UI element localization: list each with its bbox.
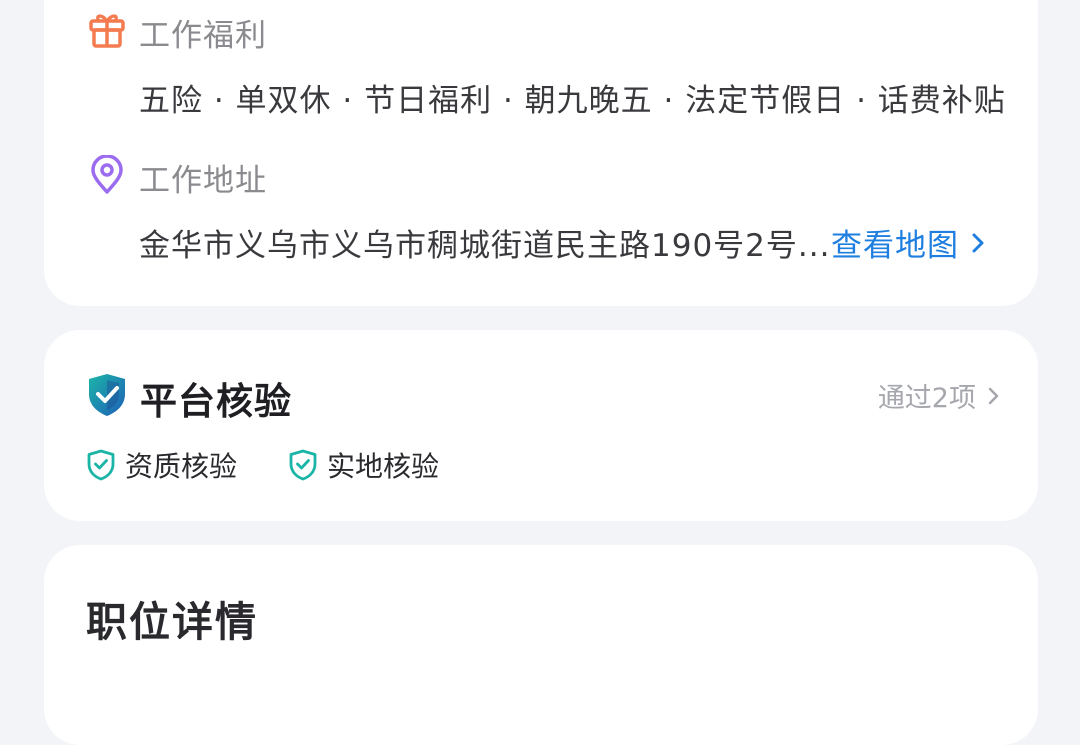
job-details-card: 职位详情 bbox=[44, 545, 1038, 745]
chevron-right-icon bbox=[972, 233, 984, 252]
verification-item-label: 资质核验 bbox=[125, 450, 238, 483]
job-info-card: 工作福利 五险 · 单双休 · 节日福利 · 朝九晚五 · 法定节假日 · 话费… bbox=[44, 0, 1038, 306]
job-details-title: 职位详情 bbox=[86, 598, 258, 646]
address-text: 金华市义乌市义乌市稠城街道民主路190号2号... bbox=[139, 228, 831, 264]
small-shield-check-icon bbox=[87, 449, 115, 481]
platform-verification-card: 平台核验 通过2项 资质核验 实地核验 bbox=[44, 330, 1038, 521]
gift-icon bbox=[89, 14, 125, 48]
verification-item-label: 实地核验 bbox=[327, 450, 440, 483]
view-map-label: 查看地图 bbox=[831, 228, 959, 264]
verification-summary: 通过2项 bbox=[877, 383, 976, 414]
address-title: 工作地址 bbox=[139, 163, 267, 199]
verification-item-qualification: 资质核验 bbox=[87, 445, 237, 485]
shield-check-icon bbox=[89, 374, 125, 416]
verification-summary-link[interactable]: 通过2项 bbox=[878, 376, 1000, 415]
benefits-list: 五险 · 单双休 · 节日福利 · 朝九晚五 · 法定节假日 · 话费补贴 bbox=[139, 83, 1006, 119]
verification-item-onsite: 实地核验 bbox=[289, 445, 439, 485]
view-map-link[interactable]: 查看地图 bbox=[831, 220, 985, 265]
location-pin-icon bbox=[91, 155, 123, 194]
small-shield-check-icon bbox=[289, 449, 317, 481]
benefits-title: 工作福利 bbox=[139, 18, 267, 54]
verification-title: 平台核验 bbox=[140, 380, 292, 423]
chevron-right-icon bbox=[988, 387, 999, 404]
